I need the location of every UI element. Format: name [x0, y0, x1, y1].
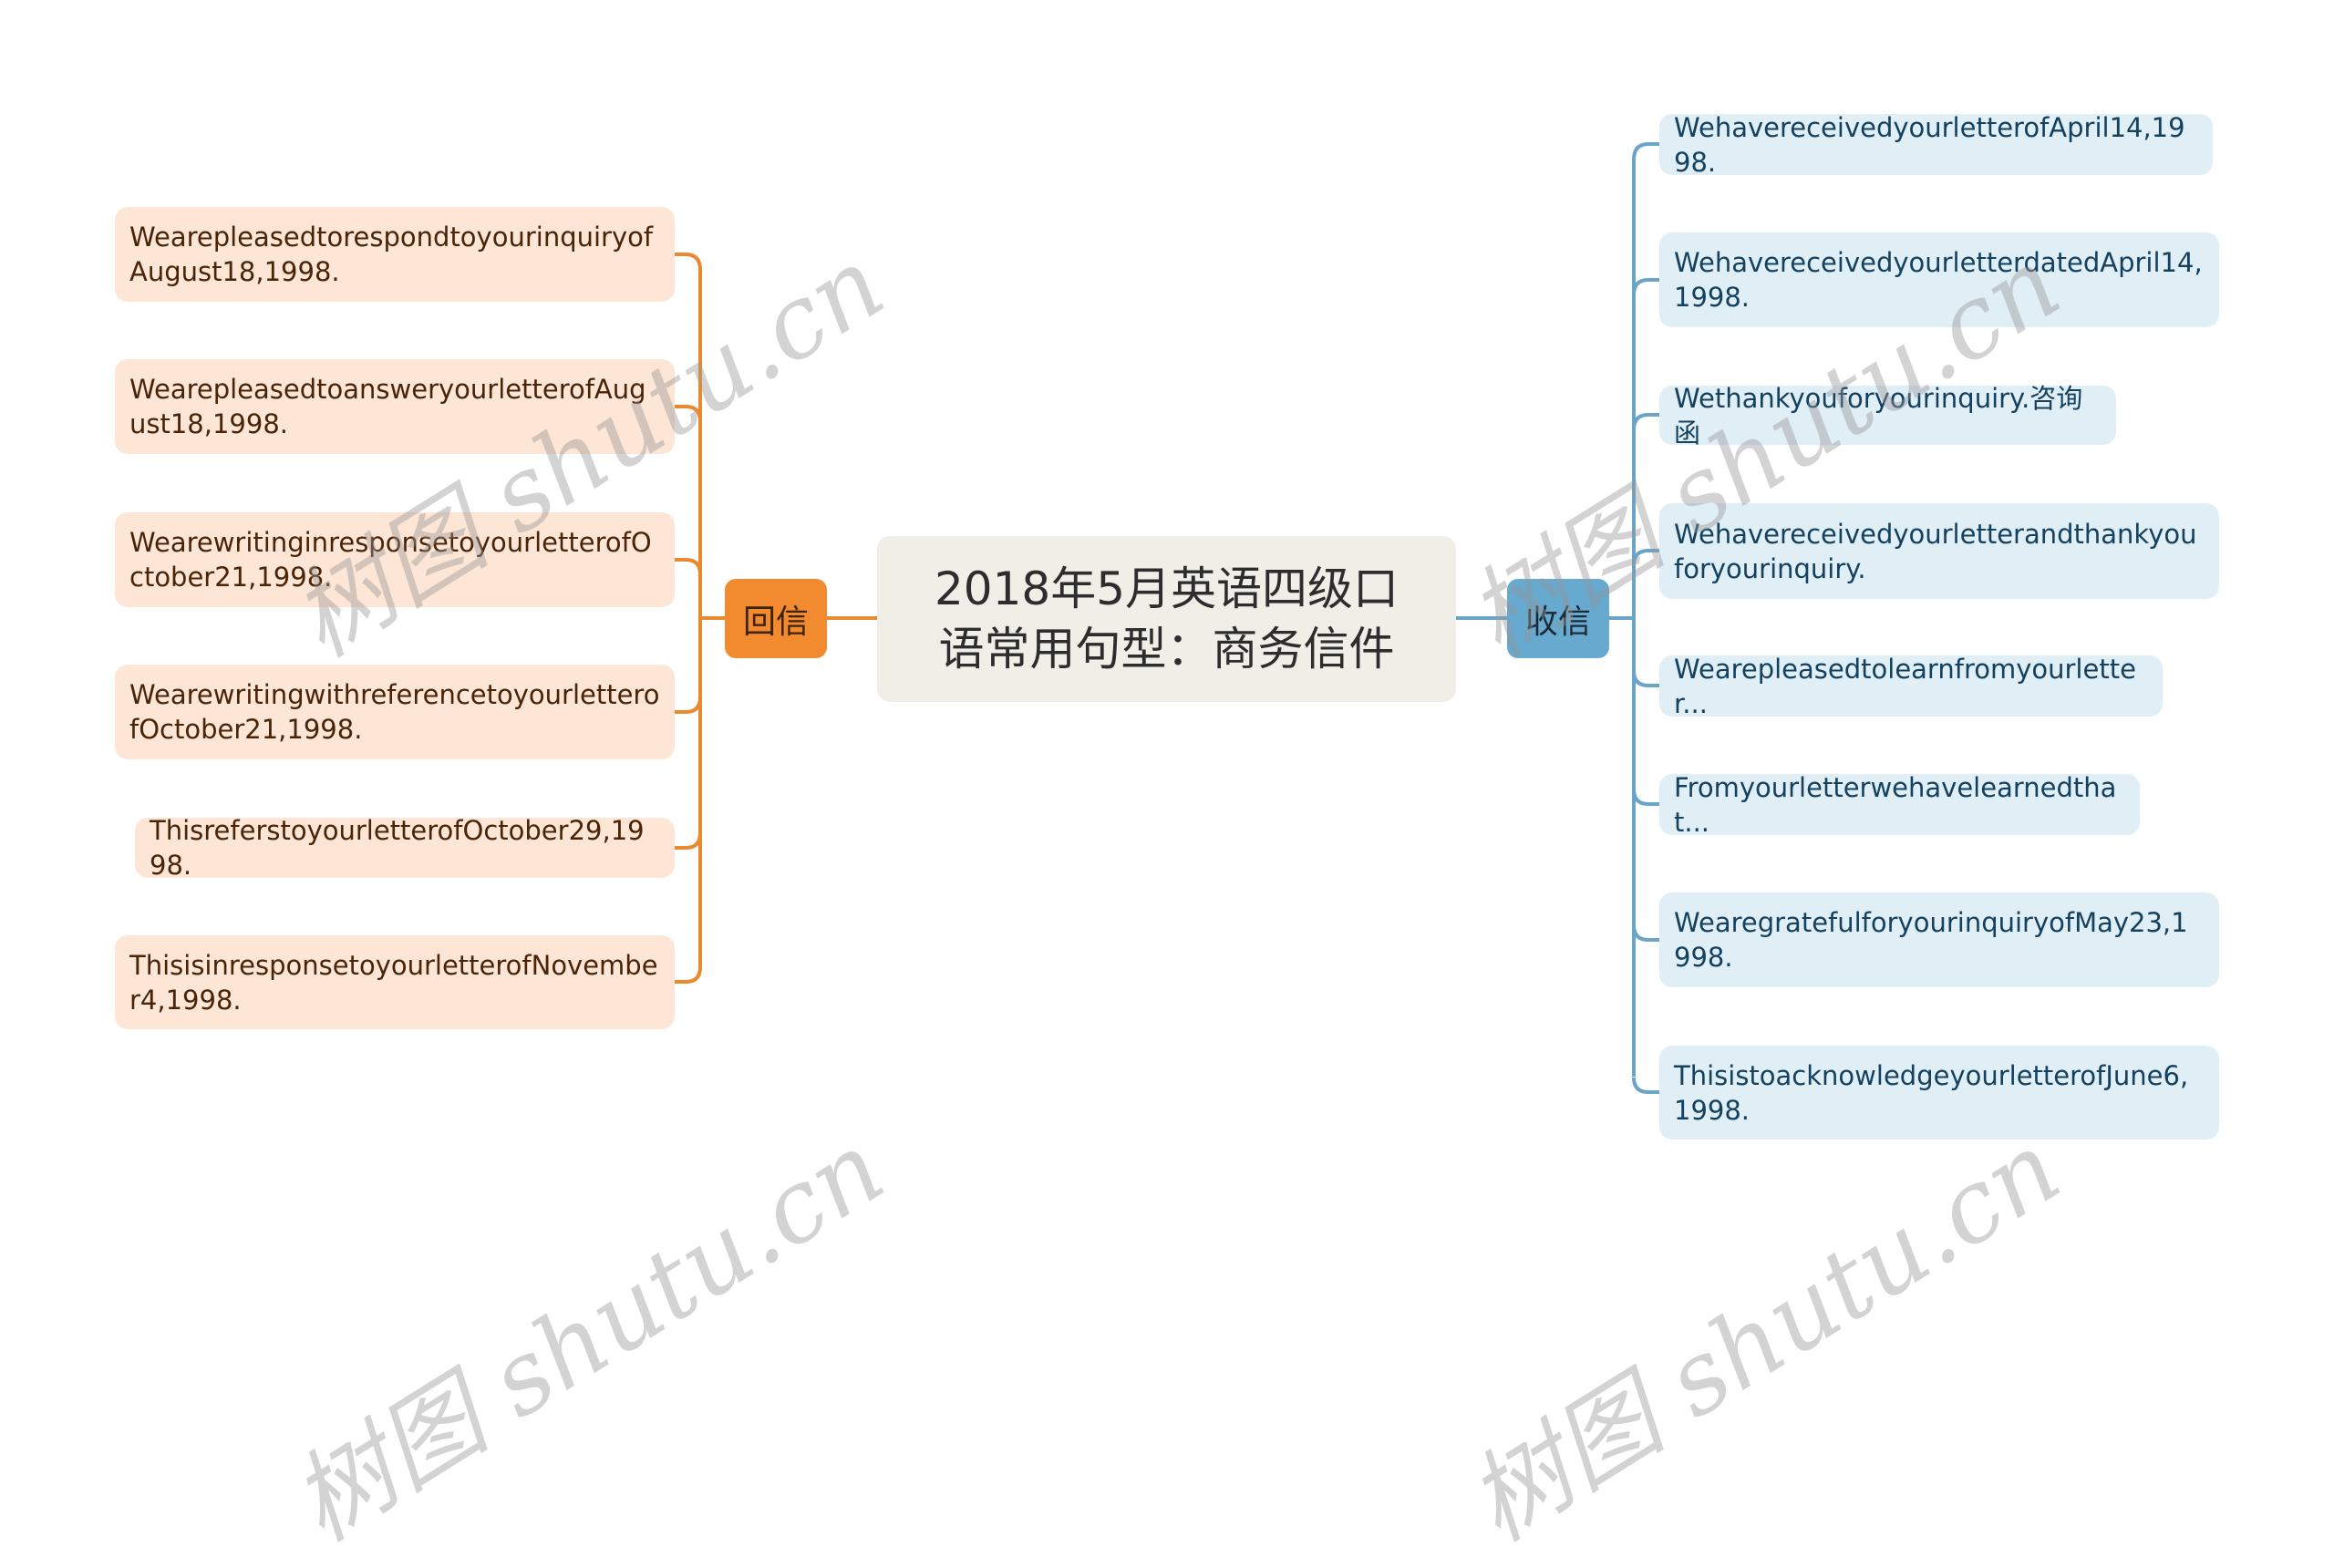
left-leaf-text: WearewritingwithreferencetoyourletterofO…: [129, 679, 660, 745]
right-leaf-text: Wethankyouforyourinquiry.咨询函: [1674, 382, 2083, 449]
right-elbow-2: [1632, 278, 1659, 295]
right-leaf[interactable]: WearegratefulforyourinquiryofMay23,1998.: [1659, 892, 2219, 987]
right-leaf-text: Wearepleasedtolearnfromyourletter...: [1674, 653, 2136, 719]
branch-reply-label: 回信: [742, 603, 809, 641]
branch-received-label: 收信: [1524, 603, 1591, 641]
right-elbow-7: [1632, 924, 1659, 942]
left-leaf[interactable]: WearewritingwithreferencetoyourletterofO…: [115, 665, 675, 759]
right-leaf-text: WearegratefulforyourinquiryofMay23,1998.: [1674, 907, 2188, 973]
right-leaf[interactable]: WehavereceivedyourletterofApril14,1998.: [1659, 112, 2213, 178]
left-elbow-2: [675, 405, 702, 422]
right-leaf-text: ThisistoacknowledgeyourletterofJune6,199…: [1674, 1059, 2189, 1126]
root-topic[interactable]: 2018年5月英语四级口语常用句型：商务信件: [877, 536, 1456, 702]
left-leaf-text: WearepleasedtoansweryourletterofAugust18…: [129, 374, 646, 439]
left-leaf[interactable]: ThisisinresponsetoyourletterofNovember4,…: [115, 935, 675, 1029]
right-elbow-1: [1632, 142, 1659, 160]
right-elbow-3: [1632, 413, 1659, 430]
right-elbow-8: [1632, 1077, 1659, 1094]
left-leaf-text: ThisreferstoyourletterofOctober29,1998.: [150, 815, 645, 881]
right-elbow-6: [1632, 789, 1659, 806]
left-elbow-6: [675, 966, 702, 984]
right-leaf[interactable]: WehavereceivedyourletterdatedApril14,199…: [1659, 232, 2219, 327]
branch-received[interactable]: 收信: [1507, 579, 1609, 658]
left-leaf[interactable]: WearepleasedtoansweryourletterofAugust18…: [115, 359, 675, 454]
left-elbow-1: [675, 253, 702, 271]
right-leaf[interactable]: Wearepleasedtolearnfromyourletter...: [1659, 654, 2163, 719]
right-leaf-text: WehavereceivedyourletterdatedApril14,199…: [1674, 247, 2203, 313]
left-leaf[interactable]: ThisreferstoyourletterofOctober29,1998.: [135, 815, 675, 881]
right-leaf-text: Wehavereceivedyourletterandthankyouforyo…: [1674, 518, 2197, 584]
right-leaf-text: Fromyourletterwehavelearnedthat...: [1674, 771, 2117, 838]
left-elbow-3: [675, 558, 702, 575]
branch-reply[interactable]: 回信: [725, 579, 827, 658]
right-leaf[interactable]: ThisistoacknowledgeyourletterofJune6,199…: [1659, 1046, 2219, 1140]
right-leaf-text: WehavereceivedyourletterofApril14,1998.: [1674, 111, 2185, 178]
left-leaf-text: WearewritinginresponsetoyourletterofOcto…: [129, 527, 652, 593]
right-elbow-5: [1632, 670, 1659, 687]
root-topic-label: 2018年5月英语四级口语常用句型：商务信件: [934, 562, 1399, 676]
left-leaf[interactable]: WearewritinginresponsetoyourletterofOcto…: [115, 512, 675, 607]
right-leaf[interactable]: Wethankyouforyourinquiry.咨询函: [1659, 383, 2116, 449]
left-elbow-4: [675, 696, 702, 714]
left-elbow-5: [675, 832, 702, 850]
left-leaf-text: ThisisinresponsetoyourletterofNovember4,…: [129, 949, 658, 1016]
right-leaf[interactable]: Fromyourletterwehavelearnedthat...: [1659, 772, 2140, 838]
left-leaf-text: WearepleasedtorespondtoyourinquiryofAugu…: [129, 222, 654, 287]
right-elbow-4: [1632, 549, 1659, 566]
left-leaf[interactable]: WearepleasedtorespondtoyourinquiryofAugu…: [115, 207, 675, 302]
right-leaf[interactable]: Wehavereceivedyourletterandthankyouforyo…: [1659, 503, 2219, 599]
